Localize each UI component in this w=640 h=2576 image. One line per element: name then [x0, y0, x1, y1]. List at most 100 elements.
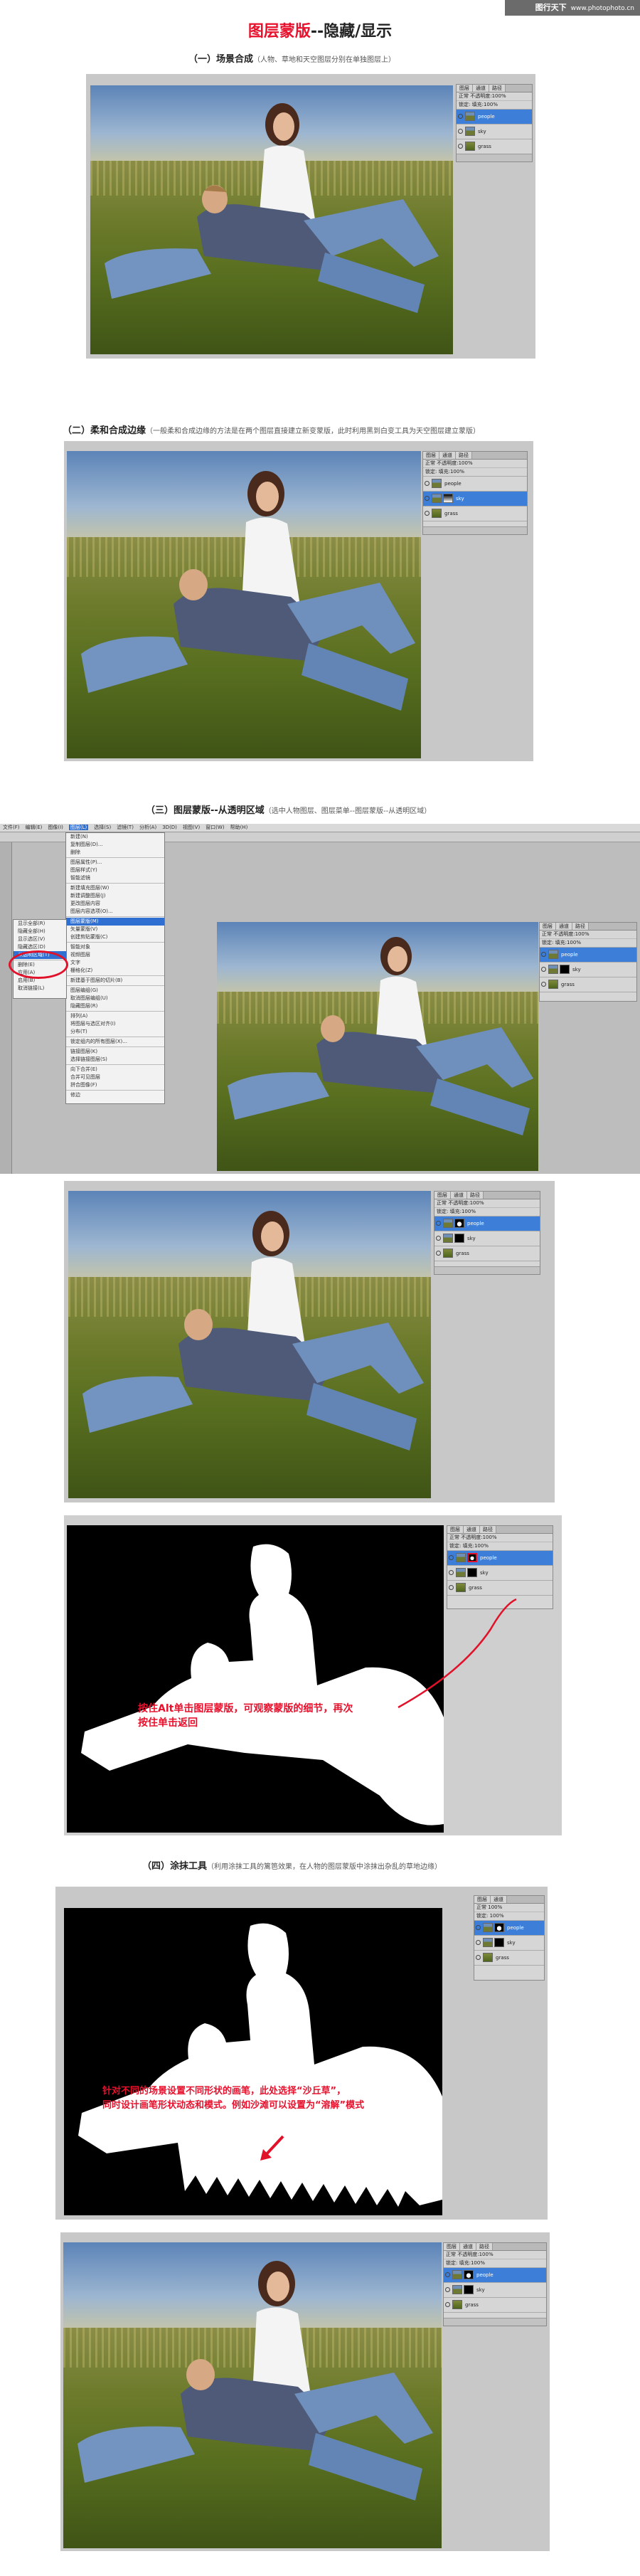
blend-mode-select[interactable]: 正常: [446, 2252, 456, 2257]
tab-channels[interactable]: 通道: [451, 1192, 467, 1199]
layers-panel-4[interactable]: 图层 通道 路径 正常 不透明度:100% 锁定: 填充:100% people s…: [434, 1191, 540, 1275]
opacity-value[interactable]: 100%: [492, 93, 506, 99]
menu-item[interactable]: 新建调整图层(J): [66, 892, 164, 900]
gradient-mask-thumbnail[interactable]: [443, 494, 453, 503]
layer-people[interactable]: people: [540, 948, 636, 963]
menu-image[interactable]: 图像(I): [48, 825, 63, 830]
eye-icon[interactable]: [445, 2287, 450, 2292]
submenu-item[interactable]: 取消链接(L): [14, 985, 66, 992]
submenu-item[interactable]: 隐藏全部(H): [14, 928, 66, 935]
mask-thumbnail[interactable]: [464, 2285, 474, 2294]
menu-item[interactable]: 更改图层内容: [66, 900, 164, 908]
eye-icon[interactable]: [458, 114, 463, 119]
layer-sky[interactable]: sky: [423, 492, 527, 507]
tab-paths[interactable]: 路径: [467, 1192, 484, 1199]
menu-select[interactable]: 选择(S): [94, 825, 111, 830]
fill-value[interactable]: 100%: [471, 2260, 485, 2266]
layer-people[interactable]: people: [474, 1921, 544, 1936]
layer-menu[interactable]: 新建(N) 复制图层(D)... 删除 图层属性(P)... 图层样式(Y) 智…: [65, 832, 165, 1104]
layer-grass[interactable]: grass: [423, 507, 527, 521]
menu-item[interactable]: 新建基于图层的切片(B): [66, 977, 164, 985]
tab-channels[interactable]: 通道: [460, 2243, 476, 2250]
menu-item[interactable]: 栅格化(Z): [66, 967, 164, 975]
menu-item[interactable]: 排列(A): [66, 1012, 164, 1020]
menu-edit[interactable]: 编辑(E): [26, 825, 43, 830]
menu-layer[interactable]: 图层(L): [68, 825, 89, 830]
menu-item-layer-mask[interactable]: 图层蒙版(M): [66, 918, 164, 926]
tab-layers[interactable]: 图层: [457, 85, 473, 92]
tab-layers[interactable]: 图层: [423, 452, 439, 459]
menu-item[interactable]: 图层内容选项(O)...: [66, 908, 164, 916]
layer-sky[interactable]: sky: [540, 963, 636, 977]
opacity-value[interactable]: 100%: [488, 1904, 502, 1910]
menu-item[interactable]: 删除: [66, 849, 164, 857]
menu-analysis[interactable]: 分析(A): [139, 825, 156, 830]
layer-sky[interactable]: sky: [474, 1936, 544, 1951]
menu-help[interactable]: 帮助(H): [230, 825, 248, 830]
layer-sky[interactable]: sky: [434, 1231, 540, 1246]
mask-thumbnail[interactable]: [494, 1923, 504, 1932]
mask-thumbnail[interactable]: [560, 965, 570, 974]
eye-icon[interactable]: [476, 1925, 481, 1930]
eye-icon[interactable]: [436, 1236, 441, 1241]
opacity-value[interactable]: 100%: [459, 460, 473, 466]
menu-item[interactable]: 图层样式(Y): [66, 866, 164, 874]
layers-panel-2[interactable]: 图层 通道 路径 正常 不透明度:100% 锁定: 填充:100% people s…: [422, 451, 528, 535]
blend-mode-select[interactable]: 正常: [459, 93, 469, 99]
menu-item[interactable]: 锁定组内的所有图层(X)...: [66, 1038, 164, 1046]
layer-people[interactable]: people: [444, 2268, 546, 2283]
tab-paths[interactable]: 路径: [572, 923, 589, 930]
layer-people[interactable]: people: [457, 110, 532, 124]
menu-item[interactable]: 智能滤镜: [66, 874, 164, 882]
opacity-value[interactable]: 100%: [470, 1200, 484, 1206]
tab-layers[interactable]: 图层: [540, 923, 556, 930]
tab-layers[interactable]: 图层: [434, 1192, 451, 1199]
submenu-item[interactable]: 显示选区(V): [14, 935, 66, 943]
layer-sky[interactable]: sky: [457, 124, 532, 139]
eye-icon[interactable]: [445, 2302, 450, 2307]
eye-icon[interactable]: [541, 967, 546, 972]
mask-thumbnail[interactable]: [494, 1938, 504, 1947]
layer-grass[interactable]: grass: [434, 1246, 540, 1261]
eye-icon[interactable]: [445, 2272, 450, 2277]
eye-icon[interactable]: [425, 511, 430, 516]
blend-mode-select[interactable]: 正常: [437, 1200, 447, 1206]
eye-icon[interactable]: [458, 129, 463, 134]
tab-layers[interactable]: 图层: [474, 1896, 491, 1903]
tab-channels[interactable]: 通道: [439, 452, 456, 459]
layers-panel-7[interactable]: 图层 通道 路径 正常 不透明度:100% 锁定: 填充:100% people s…: [443, 2242, 547, 2326]
menu-item[interactable]: 取消图层编组(U): [66, 995, 164, 1002]
menu-item[interactable]: 合并可见图层: [66, 1074, 164, 1081]
document-canvas[interactable]: [217, 922, 538, 1171]
menu-item[interactable]: 复制图层(D)...: [66, 841, 164, 849]
menu-item[interactable]: 拼合图像(F): [66, 1081, 164, 1089]
layers-panel-6[interactable]: 图层 通道 正常 100% 锁定: 100% people sky grass: [474, 1895, 545, 1981]
eye-icon[interactable]: [436, 1221, 441, 1226]
layer-grass[interactable]: grass: [540, 977, 636, 992]
menu-item[interactable]: 新建填充图层(W): [66, 884, 164, 892]
layer-people[interactable]: people: [434, 1217, 540, 1231]
eye-icon[interactable]: [425, 481, 430, 486]
fill-value[interactable]: 100%: [490, 1913, 504, 1919]
tab-paths[interactable]: 路径: [456, 452, 472, 459]
tab-layers[interactable]: 图层: [444, 2243, 460, 2250]
fill-value[interactable]: 100%: [450, 469, 464, 475]
menu-filter[interactable]: 滤镜(T): [117, 825, 134, 830]
submenu-item[interactable]: 显示全部(R): [14, 920, 66, 928]
eye-icon[interactable]: [476, 1940, 481, 1945]
menu-3d[interactable]: 3D(D): [162, 825, 177, 830]
blend-mode-select[interactable]: 正常: [476, 1904, 486, 1910]
menu-item[interactable]: 链接图层(K): [66, 1048, 164, 1056]
menu-item[interactable]: 智能对象: [66, 943, 164, 951]
menu-item[interactable]: 图层属性(P)...: [66, 859, 164, 866]
menu-item[interactable]: 图层编组(G): [66, 987, 164, 995]
menu-item[interactable]: 视频图层: [66, 951, 164, 959]
tab-paths[interactable]: 路径: [489, 85, 506, 92]
layer-grass[interactable]: grass: [444, 2298, 546, 2313]
tab-channels[interactable]: 通道: [473, 85, 489, 92]
toolbox[interactable]: [0, 842, 12, 1174]
eye-icon[interactable]: [541, 952, 546, 957]
menu-item[interactable]: 创建剪贴蒙版(C): [66, 933, 164, 941]
mask-thumbnail[interactable]: [454, 1234, 464, 1243]
opacity-value[interactable]: 100%: [479, 2252, 494, 2257]
